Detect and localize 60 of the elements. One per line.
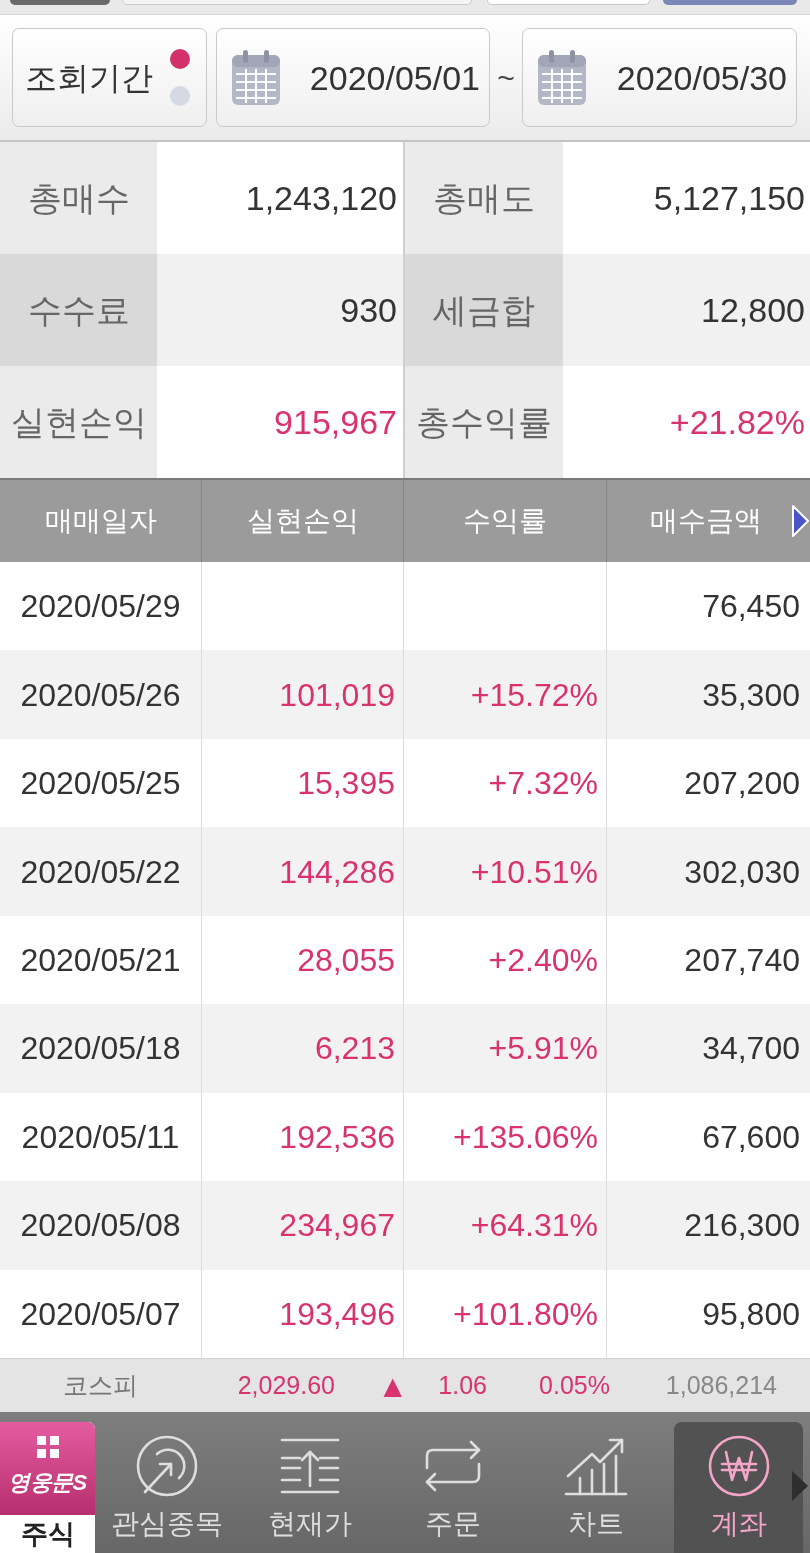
calendar-icon <box>537 50 587 105</box>
right-arrow-icon[interactable] <box>791 1470 809 1502</box>
cut-off-button[interactable] <box>487 0 650 5</box>
date-field[interactable]: 2020/05/30 <box>522 28 797 127</box>
menu-tile[interactable]: 영웅문S 주식 <box>0 1422 95 1553</box>
cut-off-button[interactable] <box>663 0 797 5</box>
table-cell-text: 207,740 <box>683 940 801 980</box>
summary-label: 수수료 <box>0 254 157 366</box>
table-cell-text: 95,800 <box>701 1294 801 1334</box>
table-cell-text: 302,030 <box>683 852 801 892</box>
table-cell: 2020/05/07 <box>0 1269 202 1358</box>
right-arrow-icon[interactable] <box>791 504 810 538</box>
table-cell: 2020/05/26 <box>0 650 202 739</box>
summary-label: 실현손익 <box>0 366 157 478</box>
table-cell: +5.91% <box>404 1004 607 1093</box>
period-button[interactable]: 조회기간 <box>12 28 207 127</box>
index-volume: 1,086,214 <box>664 1369 777 1401</box>
nav-tab[interactable]: 현재가 <box>245 1422 374 1553</box>
table-cell: +64.31% <box>404 1181 607 1270</box>
table-cell: 2020/05/22 <box>0 827 202 916</box>
table-cell-text: 207,200 <box>683 764 801 804</box>
table-cell-text: 34,700 <box>701 1029 801 1069</box>
summary-label: 총매수 <box>0 142 157 254</box>
table-cell: 2020/05/08 <box>0 1181 202 1270</box>
table-cell-text: 67,600 <box>701 1117 801 1157</box>
date-field[interactable]: 2020/05/01 <box>216 28 490 127</box>
table-cell-text: 216,300 <box>683 1206 801 1246</box>
index-price: 2,029.60 <box>236 1369 335 1401</box>
nav-tab[interactable]: 주문 <box>388 1422 517 1553</box>
table-cell: 193,496 <box>202 1269 404 1358</box>
index-change-rate: 0.05% <box>538 1369 610 1401</box>
table-cell: +101.80% <box>404 1269 607 1358</box>
index-name: 코스피 <box>61 1369 139 1401</box>
range-separator: ~ <box>496 62 516 93</box>
calendar-icon <box>231 50 281 105</box>
table-cell: 6,213 <box>202 1004 404 1093</box>
won-icon <box>706 1434 771 1498</box>
nav-tab[interactable]: 계좌 <box>674 1422 803 1553</box>
table-cell: 2020/05/18 <box>0 1004 202 1093</box>
app-logo: 영웅문S <box>8 1472 87 1494</box>
table-cell: +10.51% <box>404 827 607 916</box>
table-cell: 101,019 <box>202 650 404 739</box>
column-header: 매수금액 <box>648 504 763 538</box>
table-cell: 144,286 <box>202 827 404 916</box>
grid-icon <box>36 1436 59 1458</box>
summary-value: 12,800 <box>563 254 810 366</box>
cut-off-button[interactable] <box>10 0 110 5</box>
table-cell: 234,967 <box>202 1181 404 1270</box>
summary-label: 총수익률 <box>405 366 563 478</box>
summary-label: 세금합 <box>405 254 563 366</box>
index-change: 1.06 <box>437 1369 487 1401</box>
nav-tab[interactable]: 관심종목 <box>102 1422 231 1553</box>
nav-tab[interactable]: 차트 <box>531 1422 660 1553</box>
summary-label: 총매도 <box>405 142 563 254</box>
summary-value: 930 <box>157 254 405 366</box>
table-cell-text: 76,450 <box>701 587 801 627</box>
table-cell: +15.72% <box>404 650 607 739</box>
cut-off-field[interactable] <box>122 0 472 5</box>
table-cell-text: 35,300 <box>701 675 801 715</box>
change-arrow: ▲ <box>383 1373 402 1398</box>
